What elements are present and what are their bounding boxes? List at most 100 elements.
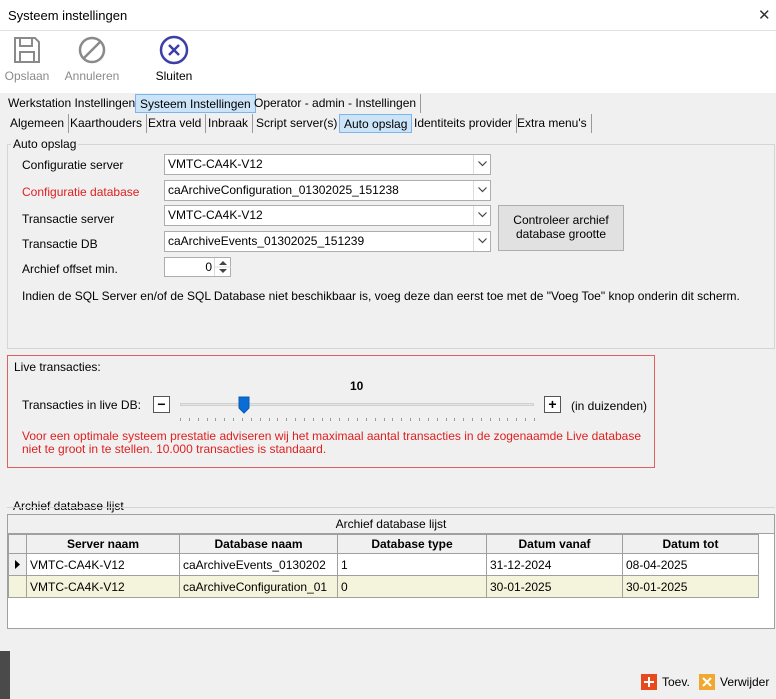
chevron-down-icon[interactable] — [473, 206, 490, 225]
config-server-label: Configuratie server — [22, 158, 124, 172]
save-label: Opslaan — [4, 69, 50, 83]
add-label: Toev. — [662, 675, 690, 689]
col-server[interactable]: Server naam — [26, 534, 180, 554]
check-archive-size-button[interactable]: Controleer archief database grootte — [498, 205, 624, 251]
tab-script-servers[interactable]: Script server(s) — [252, 114, 343, 133]
side-strip — [0, 651, 10, 699]
cell-type[interactable]: 1 — [337, 553, 487, 576]
slider-tick — [507, 418, 508, 421]
slider-tick — [260, 418, 261, 421]
tab-kaarthouders[interactable]: Kaarthouders — [66, 114, 148, 133]
slider-tick — [304, 418, 305, 421]
cell-to[interactable]: 30-01-2025 — [622, 575, 759, 598]
slider-tick — [286, 418, 287, 421]
tab-werkstation[interactable]: Werkstation Instellingen — [4, 94, 141, 113]
config-server-value: VMTC-CA4K-V12 — [168, 157, 263, 171]
tab-auto-opslag[interactable]: Auto opslag — [339, 114, 413, 133]
cell-to[interactable]: 08-04-2025 — [622, 553, 759, 576]
cancel-label: Annuleren — [64, 69, 120, 83]
chevron-down-icon[interactable] — [473, 155, 490, 174]
title-bar: Systeem instellingen ✕ — [0, 0, 776, 31]
config-db-select[interactable]: caArchiveConfiguration_01302025_151238 — [164, 180, 491, 201]
slider-tick — [525, 418, 526, 421]
row-selector[interactable] — [8, 575, 27, 598]
archive-group-line — [7, 507, 775, 508]
live-title: Live transacties: — [12, 360, 103, 374]
col-to[interactable]: Datum tot — [622, 534, 759, 554]
live-warning: Voor een optimale systeem prestatie advi… — [22, 429, 642, 456]
table-header: Server naam Database naam Database type … — [8, 534, 759, 554]
slider-thumb[interactable] — [238, 396, 250, 414]
close-label: Sluiten — [155, 69, 193, 83]
slider-tick — [392, 418, 393, 421]
slider-tick — [375, 418, 376, 421]
slider-tick — [198, 418, 199, 421]
tab-algemeen[interactable]: Algemeen — [6, 114, 70, 133]
decrease-button[interactable]: − — [153, 396, 170, 413]
slider-label: Transacties in live DB: — [22, 398, 141, 412]
slider-track[interactable] — [180, 403, 534, 406]
auto-opslag-title: Auto opslag — [11, 137, 79, 151]
remove-icon — [699, 674, 715, 690]
table-row[interactable]: VMTC-CA4K-V12 caArchiveConfiguration_01 … — [8, 575, 759, 598]
slider-tick — [322, 418, 323, 421]
tab-operator[interactable]: Operator - admin - Instellingen — [250, 94, 422, 113]
chevron-down-icon[interactable] — [473, 181, 490, 200]
slider-tick — [269, 418, 270, 421]
tab-extra-menus[interactable]: Extra menu's — [513, 114, 592, 133]
slider-tick — [490, 418, 491, 421]
slider-tick — [446, 418, 447, 421]
trans-db-select[interactable]: caArchiveEvents_01302025_151239 — [164, 231, 491, 252]
col-type[interactable]: Database type — [337, 534, 487, 554]
row-selector[interactable] — [8, 553, 27, 576]
offset-stepper[interactable]: 0 — [164, 257, 231, 277]
trans-server-label: Transactie server — [22, 212, 115, 226]
tab-identiteits-provider[interactable]: Identiteits provider — [410, 114, 518, 133]
slider-tick — [330, 418, 331, 421]
cell-server[interactable]: VMTC-CA4K-V12 — [26, 553, 180, 576]
slider-tick — [401, 418, 402, 421]
cell-database[interactable]: caArchiveEvents_0130202 — [179, 553, 338, 576]
cell-from[interactable]: 30-01-2025 — [486, 575, 623, 598]
tab-systeem[interactable]: Systeem Instellingen — [135, 94, 256, 113]
slider-tick — [313, 418, 314, 421]
slider-tick — [499, 418, 500, 421]
slider-tick — [180, 418, 181, 421]
save-button[interactable]: Opslaan — [4, 35, 50, 83]
config-server-select[interactable]: VMTC-CA4K-V12 — [164, 154, 491, 175]
increase-button[interactable]: + — [544, 396, 561, 413]
info-text: Indien de SQL Server en/of de SQL Databa… — [22, 289, 740, 303]
add-icon — [641, 674, 657, 690]
config-db-label: Configuratie database — [22, 185, 140, 199]
cell-type[interactable]: 0 — [337, 575, 487, 598]
table-row[interactable]: VMTC-CA4K-V12 caArchiveEvents_0130202 1 … — [8, 553, 759, 576]
unit-label: (in duizenden) — [571, 399, 648, 413]
chevron-down-icon[interactable] — [473, 232, 490, 251]
offset-label: Archief offset min. — [22, 262, 118, 276]
slider-tick — [428, 418, 429, 421]
stepper-arrows-icon[interactable] — [214, 258, 231, 276]
sub-tabs: Algemeen Kaarthouders Extra veld Inbraak… — [0, 114, 776, 134]
slider-tick — [454, 418, 455, 421]
close-button[interactable]: Sluiten — [150, 35, 198, 83]
cell-database[interactable]: caArchiveConfiguration_01 — [179, 575, 338, 598]
col-database[interactable]: Database naam — [179, 534, 338, 554]
trans-server-value: VMTC-CA4K-V12 — [168, 208, 263, 222]
close-window-icon[interactable]: ✕ — [758, 6, 776, 24]
trans-db-value: caArchiveEvents_01302025_151239 — [168, 234, 365, 248]
col-from[interactable]: Datum vanaf — [486, 534, 623, 554]
slider-tick — [277, 418, 278, 421]
cell-server[interactable]: VMTC-CA4K-V12 — [26, 575, 180, 598]
trans-server-select[interactable]: VMTC-CA4K-V12 — [164, 205, 491, 226]
slider-tick — [233, 418, 234, 421]
slider-tick — [437, 418, 438, 421]
archive-group-title: Archief database lijst — [11, 499, 126, 513]
cancel-icon — [78, 36, 106, 64]
cancel-button[interactable]: Annuleren — [60, 35, 124, 83]
offset-value: 0 — [205, 260, 212, 274]
slider-value: 10 — [350, 379, 364, 393]
tab-extra-veld[interactable]: Extra veld — [144, 114, 207, 133]
cell-from[interactable]: 31-12-2024 — [486, 553, 623, 576]
slider-tick — [207, 418, 208, 421]
tab-inbraak[interactable]: Inbraak — [204, 114, 254, 133]
